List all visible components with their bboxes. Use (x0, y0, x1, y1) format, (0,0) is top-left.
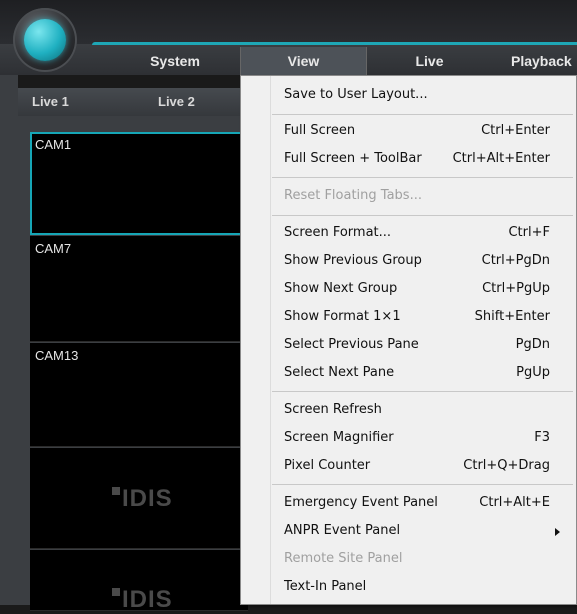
menu-item-label: Remote Site Panel (284, 551, 403, 566)
tab-live-1[interactable]: Live 1 (32, 88, 69, 116)
video-pane-cam13[interactable]: CAM13 (30, 343, 248, 447)
menu-item-label: Emergency Event Panel (284, 495, 438, 510)
idis-watermark: IDIS (112, 586, 173, 614)
idis-watermark: IDIS (112, 485, 173, 513)
menu-item-label: Pixel Counter (284, 458, 371, 473)
menu-item-shortcut: Ctrl+F (508, 225, 550, 240)
menu-item-screen-format[interactable]: Screen Format... Ctrl+F (271, 219, 574, 247)
menu-item-shortcut: PgUp (516, 365, 550, 380)
menu-separator (272, 114, 573, 115)
title-bar-top (0, 0, 577, 44)
menu-item-save-to-user-layout[interactable]: Save to User Layout... (271, 81, 574, 109)
menu-item-screen-magnifier[interactable]: Screen Magnifier F3 (271, 424, 574, 452)
menu-item-select-previous-pane[interactable]: Select Previous Pane PgDn (271, 331, 574, 359)
menu-item-label: Show Next Group (284, 281, 398, 296)
menu-separator (272, 484, 573, 485)
menu-item-full-screen[interactable]: Full Screen Ctrl+Enter (271, 117, 574, 145)
layout-tabs: Live 1 Live 2 (18, 88, 248, 116)
menu-item-shortcut: PgDn (515, 337, 550, 352)
menu-item-pixel-counter[interactable]: Pixel Counter Ctrl+Q+Drag (271, 452, 574, 480)
menu-separator (272, 177, 573, 178)
menu-playback[interactable]: Playback (511, 47, 577, 75)
video-pane-empty[interactable]: IDIS (30, 550, 248, 614)
menu-item-label: Select Previous Pane (284, 337, 419, 352)
view-menu-dropdown: Save to User Layout... Full Screen Ctrl+… (240, 75, 577, 605)
pane-label: CAM13 (35, 348, 79, 363)
menu-item-label: Reset Floating Tabs... (284, 188, 422, 203)
menu-item-reset-floating-tabs: Reset Floating Tabs... (271, 182, 574, 210)
menu-item-remote-site-panel: Remote Site Panel (271, 545, 574, 573)
menu-item-label: Screen Refresh (284, 402, 382, 417)
menu-item-show-previous-group[interactable]: Show Previous Group Ctrl+PgDn (271, 247, 574, 275)
menu-item-label: Show Previous Group (284, 253, 422, 268)
title-bar: System View Live Playback (0, 0, 577, 75)
menu-separator (272, 215, 573, 216)
menu-item-label: ANPR Event Panel (284, 523, 401, 538)
menu-system[interactable]: System (123, 47, 227, 75)
menu-item-show-next-group[interactable]: Show Next Group Ctrl+PgUp (271, 275, 574, 303)
menu-bar: System View Live Playback (95, 47, 577, 75)
menu-item-shortcut: F3 (534, 430, 550, 445)
menu-item-label: Screen Magnifier (284, 430, 394, 445)
menu-item-anpr-event-panel[interactable]: ANPR Event Panel (271, 517, 574, 545)
menu-item-shortcut: Ctrl+Q+Drag (463, 458, 550, 473)
menu-item-label: Screen Format... (284, 225, 392, 240)
pane-label: CAM7 (35, 241, 72, 256)
menu-item-shortcut: Ctrl+Enter (481, 123, 550, 138)
menu-item-label: Show Format 1×1 (284, 309, 401, 324)
menu-item-shortcut: Ctrl+Alt+Enter (452, 151, 550, 166)
menu-item-full-screen-toolbar[interactable]: Full Screen + ToolBar Ctrl+Alt+Enter (271, 145, 574, 173)
tab-live-2[interactable]: Live 2 (158, 88, 195, 116)
menu-item-label: Select Next Pane (284, 365, 395, 380)
menu-item-label: Full Screen (284, 123, 356, 138)
video-grid: CAM1 CAM7 CAM13 IDIS IDIS (18, 116, 248, 613)
menu-item-show-format-1x1[interactable]: Show Format 1×1 Shift+Enter (271, 303, 574, 331)
menu-item-select-next-pane[interactable]: Select Next Pane PgUp (271, 359, 574, 387)
menu-item-shortcut: Shift+Enter (474, 309, 550, 324)
left-edge (0, 75, 18, 605)
menu-separator (272, 391, 573, 392)
globe-icon (24, 19, 66, 61)
menu-live[interactable]: Live (367, 47, 492, 75)
pane-label: CAM1 (35, 137, 72, 152)
menu-item-label: Full Screen + ToolBar (284, 151, 422, 166)
video-pane-empty[interactable]: IDIS (30, 448, 248, 549)
video-pane-cam1[interactable]: CAM1 (30, 132, 248, 235)
menu-item-shortcut: Ctrl+PgDn (481, 253, 550, 268)
menu-item-label: Save to User Layout... (284, 87, 428, 102)
menu-item-text-in-panel[interactable]: Text-In Panel (271, 573, 574, 601)
video-pane-cam7[interactable]: CAM7 (30, 236, 248, 342)
submenu-arrow-icon (555, 528, 560, 536)
menu-item-label: Text-In Panel (284, 579, 367, 594)
menu-item-shortcut: Ctrl+PgUp (482, 281, 550, 296)
menu-item-emergency-event-panel[interactable]: Emergency Event Panel Ctrl+Alt+E (271, 489, 574, 517)
accent-line (92, 42, 577, 45)
app-logo-icon[interactable] (13, 8, 77, 72)
menu-item-screen-refresh[interactable]: Screen Refresh (271, 396, 574, 424)
menu-gutter (241, 76, 271, 604)
menu-item-shortcut: Ctrl+Alt+E (479, 495, 550, 510)
menu-view[interactable]: View (240, 47, 367, 75)
